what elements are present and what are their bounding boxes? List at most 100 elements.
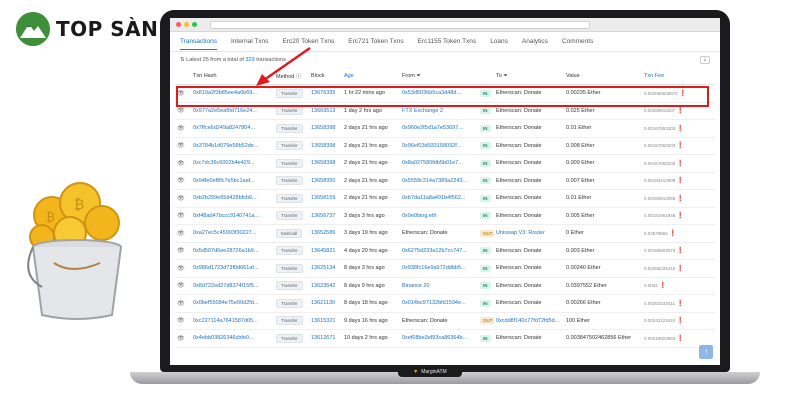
fee-info-icon[interactable]: ❗	[677, 213, 684, 219]
txn-hash-link[interactable]: 0xa27ec5c45003f30227...	[193, 230, 256, 236]
to-address[interactable]: 0xcdd8f140c77fd72fd5d...	[496, 318, 559, 324]
address-bar[interactable]	[210, 20, 590, 29]
from-address[interactable]: 0x8a027580fdb5b01e7...	[402, 160, 463, 166]
from-address[interactable]: 0x938fc16e9a972ddbb5...	[402, 265, 466, 271]
block-link[interactable]: 13658398	[311, 143, 335, 149]
eye-icon[interactable]: 👁	[177, 301, 185, 307]
col-age[interactable]: Age	[342, 68, 400, 85]
txn-hash-link[interactable]: 0xf48ad47bccc9140741a...	[193, 213, 259, 219]
table-row: 👁 0x819a2f3b85ee4a6b69... Transfer 13676335…	[175, 84, 715, 103]
download-icon[interactable]: ⇣	[700, 56, 710, 64]
fee-info-icon[interactable]: ❗	[677, 266, 684, 272]
transaction-count-link[interactable]: 329	[245, 57, 254, 63]
fee-info-icon[interactable]: ❗	[679, 91, 686, 97]
eye-icon[interactable]: 👁	[177, 231, 185, 237]
txn-hash-link[interactable]: 0x94fe0ef8fc7e5bc1aaf...	[193, 178, 255, 184]
eye-icon[interactable]: 👁	[177, 126, 185, 132]
from-address[interactable]: FTX Exchange 2	[402, 108, 443, 114]
from-address[interactable]: 0xb7da11a8a491b4f562...	[402, 195, 466, 201]
eye-icon[interactable]: 👁	[177, 336, 185, 342]
fee-info-icon[interactable]: ❗	[669, 231, 676, 237]
txn-hash-link[interactable]: 0x0bef55084e75e00d2fd...	[193, 300, 258, 306]
txn-hash-link[interactable]: 0x3784b1d079e58b52de...	[193, 143, 258, 149]
eye-icon[interactable]: 👁	[177, 196, 185, 202]
block-link[interactable]: 13623542	[311, 283, 335, 289]
eye-icon[interactable]: 👁	[177, 318, 185, 324]
tab-transactions[interactable]: Transactions	[180, 36, 217, 50]
txn-hash-link[interactable]: 0x977a2e5eaf0d716e24...	[193, 108, 257, 114]
txn-hash-link[interactable]: 0x4ebb03826346cbfe0...	[193, 335, 254, 341]
block-link[interactable]: 13615321	[311, 318, 335, 324]
block-link[interactable]: 13658398	[311, 160, 335, 166]
from-address[interactable]: 0x6275d233a12b7cc747...	[402, 248, 467, 254]
fee-info-icon[interactable]: ❗	[677, 318, 684, 324]
filter-icon[interactable]: ⏷	[416, 73, 420, 79]
from-address[interactable]: 0x53d5036b5ca3d48d...	[402, 90, 461, 96]
from-address: Etherscan: Donate	[402, 230, 448, 237]
block-link[interactable]: 13645821	[311, 248, 335, 254]
block-link[interactable]: 13652586	[311, 230, 335, 236]
tab-erc1155-token-txns[interactable]: Erc1155 Token Txns	[418, 36, 477, 49]
block-link[interactable]: 13656737	[311, 213, 335, 219]
eye-icon[interactable]: 👁	[177, 161, 185, 167]
txn-hash-link[interactable]: 0x5d507d6ee28726a1b9...	[193, 248, 258, 254]
tab-analytics[interactable]: Analytics	[522, 36, 548, 49]
block-link[interactable]: 13612671	[311, 335, 335, 341]
tab-erc721-token-txns[interactable]: Erc721 Token Txns	[348, 36, 403, 49]
from-address[interactable]: Binance 20	[402, 283, 430, 289]
txn-hash-link[interactable]: 0xb2b299e65d428bfcb6...	[193, 195, 257, 201]
to-address[interactable]: Uniswap V3: Router	[496, 230, 545, 236]
txn-hash-link[interactable]: 0x7ffce6d249a8247804...	[193, 125, 255, 131]
block-link[interactable]: 13658350	[311, 178, 335, 184]
txn-hash-link[interactable]: 0xc7dc36c6002b4e429...	[193, 160, 254, 166]
eye-icon[interactable]: 👁	[177, 266, 185, 272]
direction-badge: OUT	[480, 317, 494, 325]
block-link[interactable]: 13621130	[311, 300, 335, 306]
from-address[interactable]: 0x96ef03d933158032f...	[402, 143, 461, 149]
eye-icon[interactable]: 👁	[177, 108, 185, 114]
fee-info-icon[interactable]: ❗	[677, 108, 684, 114]
eye-icon[interactable]: 👁	[177, 283, 185, 289]
col-fee[interactable]: Txn Fee	[642, 68, 715, 85]
fee-info-icon[interactable]: ❗	[677, 248, 684, 254]
tab-erc20-token-txns[interactable]: Erc20 Token Txns	[282, 36, 334, 49]
fee-info-icon[interactable]: ❗	[677, 336, 684, 342]
block-link[interactable]: 13625134	[311, 265, 335, 271]
fee-info-icon[interactable]: ❗	[677, 178, 684, 184]
txn-hash-link[interactable]: 0x8d722ed27d8374f15f5...	[193, 283, 258, 289]
fee-info-icon[interactable]: ❗	[677, 143, 684, 149]
minimize-icon[interactable]	[184, 22, 189, 27]
close-icon[interactable]	[176, 22, 181, 27]
eye-icon[interactable]: 👁	[177, 178, 185, 184]
from-address[interactable]: 0x5558c314a7389a2243...	[402, 178, 467, 184]
filter-icon[interactable]: ⏷	[503, 73, 507, 79]
from-address[interactable]: 0x014bc97132bfd1594e...	[402, 300, 466, 306]
txn-hash-link[interactable]: 0xc227114a7641587d05...	[193, 318, 258, 324]
from-address[interactable]: 0x960e2f5d1a7e53697...	[402, 125, 463, 131]
tab-loans[interactable]: Loans	[490, 36, 508, 49]
from-address[interactable]: 0x0e0bing.eth	[402, 213, 437, 219]
eye-icon[interactable]: 👁	[177, 248, 185, 254]
fee-info-icon[interactable]: ❗	[677, 126, 684, 132]
age-text: 3 days 19 hrs ago	[344, 230, 388, 237]
eye-icon[interactable]: 👁	[177, 91, 185, 97]
txn-hash-link[interactable]: 0x819a2f3b85ee4a6b69...	[193, 90, 257, 96]
block-link[interactable]: 13658398	[311, 125, 335, 131]
fee-info-icon[interactable]: ❗	[676, 301, 683, 307]
value-text: 0.008 Ether	[566, 142, 595, 149]
fee-info-icon[interactable]: ❗	[677, 161, 684, 167]
tab-internal-txns[interactable]: Internal Txns	[231, 36, 268, 49]
txn-hash-link[interactable]: 0x986d1723d73f0d661af...	[193, 265, 258, 271]
fee-info-icon[interactable]: ❗	[677, 196, 684, 202]
from-address[interactable]: 0xef08be3ef93ca86364b...	[402, 335, 467, 341]
eye-icon[interactable]: 👁	[177, 213, 185, 219]
scroll-top-button[interactable]: ↑	[699, 345, 713, 359]
eye-icon[interactable]: 👁	[177, 143, 185, 149]
block-link[interactable]: 13658159	[311, 195, 335, 201]
block-link[interactable]: 13676335	[311, 90, 335, 96]
value-text: 0.003 Ether	[566, 247, 595, 254]
maximize-icon[interactable]	[192, 22, 197, 27]
fee-info-icon[interactable]: ❗	[659, 283, 666, 289]
tab-comments[interactable]: Comments	[562, 36, 593, 49]
block-link[interactable]: 13669513	[311, 108, 335, 114]
